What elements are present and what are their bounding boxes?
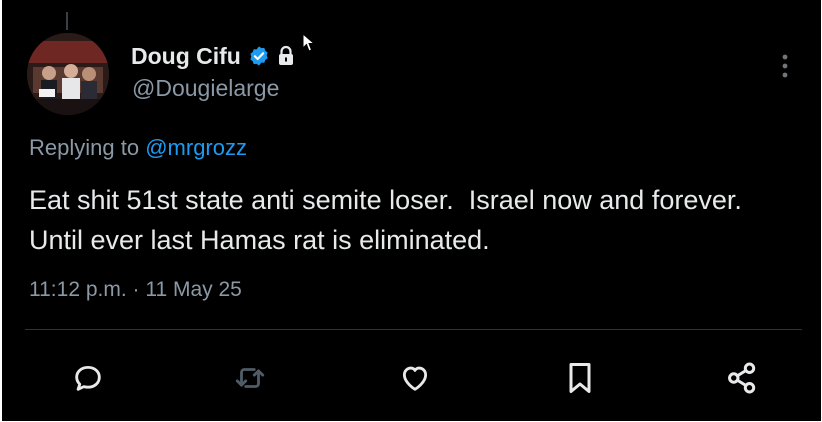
replying-to-label: Replying to xyxy=(29,135,140,160)
author-display-name[interactable]: Doug Cifu xyxy=(131,43,241,70)
avatar[interactable] xyxy=(27,33,109,115)
tweet-text: Eat shit 51st state anti semite loser. I… xyxy=(29,185,757,255)
share-button[interactable] xyxy=(719,355,765,401)
bookmark-icon xyxy=(569,363,591,393)
action-bar xyxy=(2,355,821,401)
share-icon xyxy=(728,362,756,394)
author-handle[interactable]: @Dougielarge xyxy=(132,75,279,102)
thread-connector-line xyxy=(66,12,68,30)
more-vertical-icon xyxy=(782,54,788,78)
verified-badge-icon xyxy=(248,45,270,67)
mouse-cursor-icon xyxy=(302,32,316,58)
heart-icon xyxy=(402,366,428,391)
lock-icon xyxy=(277,45,295,67)
reply-mention-link[interactable]: @mrgrozz xyxy=(145,135,247,160)
reply-button[interactable] xyxy=(65,355,111,401)
reply-icon xyxy=(75,365,101,391)
repost-icon xyxy=(235,368,265,388)
tweet-card: Doug Cifu @Dougielarge Replying to @mrgr… xyxy=(2,0,821,421)
like-button[interactable] xyxy=(392,355,438,401)
author-name-row: Doug Cifu xyxy=(131,40,295,72)
replying-to-line: Replying to @mrgrozz xyxy=(29,135,247,161)
divider xyxy=(25,329,802,330)
tweet-timestamp[interactable]: 11:12 p.m. · 11 May 25 xyxy=(29,278,242,302)
bookmark-button[interactable] xyxy=(557,355,603,401)
more-options-button[interactable] xyxy=(770,48,800,84)
repost-button[interactable] xyxy=(227,355,273,401)
